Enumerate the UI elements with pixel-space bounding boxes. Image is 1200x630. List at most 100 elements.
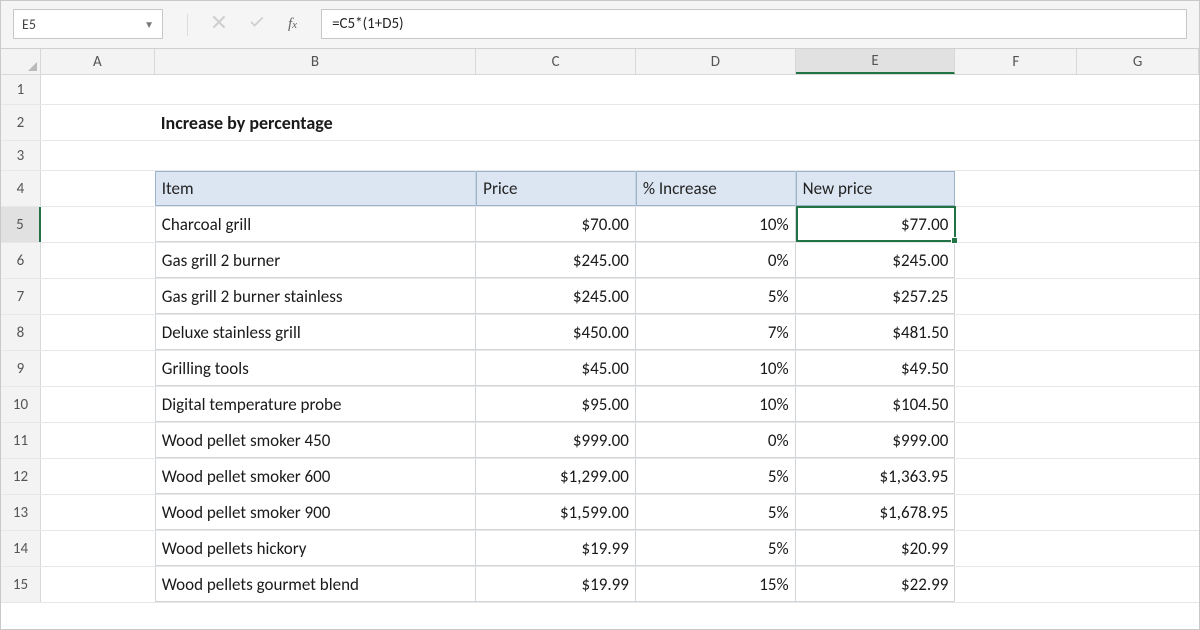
header-new-price[interactable]: New price	[796, 171, 956, 206]
cell-A13[interactable]	[41, 495, 155, 530]
cell-new-price[interactable]: $245.00	[796, 243, 956, 278]
row-header-6[interactable]: 6	[1, 243, 41, 278]
cell-G4[interactable]	[1077, 171, 1199, 206]
cell-F12[interactable]	[955, 459, 1077, 494]
cell-increase[interactable]: 5%	[636, 495, 796, 530]
cell-F10[interactable]	[955, 387, 1077, 422]
cell-F1[interactable]	[955, 75, 1077, 104]
cell-new-price[interactable]: $49.50	[796, 351, 956, 386]
cell-increase[interactable]: 0%	[636, 243, 796, 278]
cell-G8[interactable]	[1077, 315, 1199, 350]
cell-price[interactable]: $450.00	[476, 315, 636, 350]
cell-increase[interactable]: 10%	[636, 387, 796, 422]
cell-item[interactable]: Wood pellet smoker 600	[155, 459, 476, 494]
cell-increase[interactable]: 15%	[636, 567, 796, 602]
header-item[interactable]: Item	[155, 171, 476, 206]
cell-price[interactable]: $95.00	[476, 387, 636, 422]
enter-icon[interactable]	[250, 15, 264, 34]
col-header-D[interactable]: D	[636, 49, 796, 74]
cell-G11[interactable]	[1077, 423, 1199, 458]
cell-C2[interactable]	[476, 105, 636, 140]
col-header-A[interactable]: A	[41, 49, 155, 74]
row-header-10[interactable]: 10	[1, 387, 41, 422]
cell-A6[interactable]	[41, 243, 155, 278]
cell-D1[interactable]	[636, 75, 796, 104]
cell-G10[interactable]	[1077, 387, 1199, 422]
cell-new-price[interactable]: $257.25	[796, 279, 956, 314]
cell-item[interactable]: Wood pellets gourmet blend	[155, 567, 476, 602]
col-header-C[interactable]: C	[476, 49, 636, 74]
cell-A12[interactable]	[41, 459, 155, 494]
row-header-2[interactable]: 2	[1, 105, 41, 140]
cell-F3[interactable]	[955, 141, 1077, 170]
cell-F13[interactable]	[955, 495, 1077, 530]
cell-F6[interactable]	[955, 243, 1077, 278]
row-header-12[interactable]: 12	[1, 459, 41, 494]
cell-A8[interactable]	[41, 315, 155, 350]
cell-A2[interactable]	[41, 105, 155, 140]
cell-C3[interactable]	[476, 141, 636, 170]
row-header-15[interactable]: 15	[1, 567, 41, 602]
cell-price[interactable]: $245.00	[476, 243, 636, 278]
row-header-3[interactable]: 3	[1, 141, 41, 170]
cell-price[interactable]: $19.99	[476, 567, 636, 602]
cell-price[interactable]: $245.00	[476, 279, 636, 314]
cell-new-price[interactable]: $77.00	[796, 207, 956, 242]
name-box[interactable]: E5 ▼	[13, 9, 163, 39]
cell-item[interactable]: Deluxe stainless grill	[155, 315, 476, 350]
col-header-E[interactable]: E	[796, 49, 956, 74]
row-header-14[interactable]: 14	[1, 531, 41, 566]
cell-G3[interactable]	[1077, 141, 1199, 170]
insert-function-icon[interactable]: fx	[288, 16, 297, 33]
cell-F11[interactable]	[955, 423, 1077, 458]
cell-new-price[interactable]: $1,678.95	[796, 495, 956, 530]
cell-new-price[interactable]: $999.00	[796, 423, 956, 458]
cell-price[interactable]: $19.99	[476, 531, 636, 566]
cell-increase[interactable]: 0%	[636, 423, 796, 458]
header-price[interactable]: Price	[476, 171, 636, 206]
cell-G12[interactable]	[1077, 459, 1199, 494]
row-header-8[interactable]: 8	[1, 315, 41, 350]
row-header-11[interactable]: 11	[1, 423, 41, 458]
cell-B3[interactable]	[155, 141, 476, 170]
cell-A15[interactable]	[41, 567, 155, 602]
cell-E1[interactable]	[796, 75, 956, 104]
cell-F14[interactable]	[955, 531, 1077, 566]
cell-F15[interactable]	[955, 567, 1077, 602]
cell-item[interactable]: Grilling tools	[155, 351, 476, 386]
cell-new-price[interactable]: $20.99	[796, 531, 956, 566]
cell-item[interactable]: Wood pellets hickory	[155, 531, 476, 566]
row-header-7[interactable]: 7	[1, 279, 41, 314]
cell-A3[interactable]	[41, 141, 155, 170]
cell-G2[interactable]	[1077, 105, 1199, 140]
cell-A7[interactable]	[41, 279, 155, 314]
cell-increase[interactable]: 10%	[636, 351, 796, 386]
cell-D3[interactable]	[636, 141, 796, 170]
cell-G15[interactable]	[1077, 567, 1199, 602]
cell-A11[interactable]	[41, 423, 155, 458]
cell-new-price[interactable]: $22.99	[796, 567, 956, 602]
cell-increase[interactable]: 5%	[636, 459, 796, 494]
cell-A10[interactable]	[41, 387, 155, 422]
cell-F9[interactable]	[955, 351, 1077, 386]
cell-increase[interactable]: 10%	[636, 207, 796, 242]
cell-A4[interactable]	[41, 171, 155, 206]
cell-new-price[interactable]: $104.50	[796, 387, 956, 422]
cell-item[interactable]: Wood pellet smoker 900	[155, 495, 476, 530]
cell-item[interactable]: Digital temperature probe	[155, 387, 476, 422]
cancel-icon[interactable]	[212, 15, 226, 34]
cell-G6[interactable]	[1077, 243, 1199, 278]
cell-C1[interactable]	[476, 75, 636, 104]
cell-F4[interactable]	[955, 171, 1077, 206]
cell-G13[interactable]	[1077, 495, 1199, 530]
chevron-down-icon[interactable]: ▼	[144, 18, 154, 31]
row-header-1[interactable]: 1	[1, 75, 41, 104]
cell-D2[interactable]	[636, 105, 796, 140]
formula-input[interactable]: =C5*(1+D5)	[321, 9, 1187, 39]
cell-price[interactable]: $1,299.00	[476, 459, 636, 494]
cell-E3[interactable]	[796, 141, 956, 170]
cell-G5[interactable]	[1077, 207, 1199, 242]
col-header-B[interactable]: B	[155, 49, 476, 74]
col-header-F[interactable]: F	[955, 49, 1077, 74]
cell-G14[interactable]	[1077, 531, 1199, 566]
